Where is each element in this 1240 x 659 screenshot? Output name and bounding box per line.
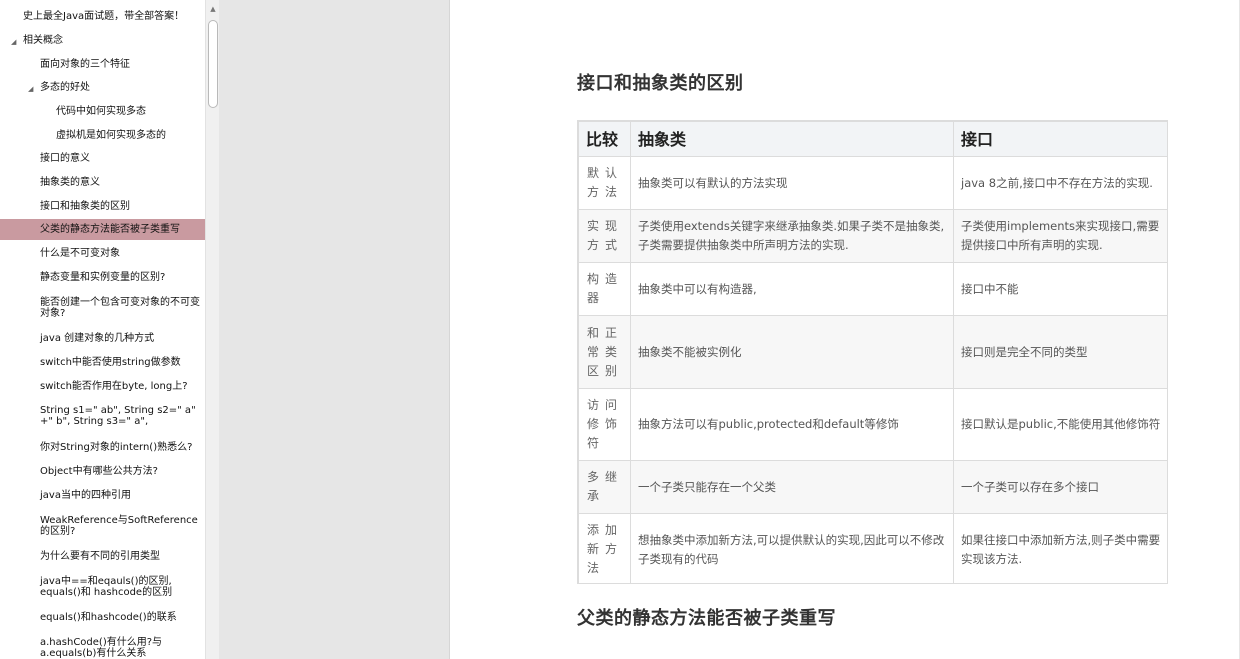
nav-item[interactable]: 抽象类的意义 <box>0 177 205 188</box>
nav-item[interactable]: java 创建对象的几种方式 <box>0 333 205 344</box>
table-cell: 添加新方法 <box>578 513 631 583</box>
nav-item-label: 你对String对象的intern()熟悉么? <box>40 442 193 453</box>
table-row: 构造器 抽象类中可以有构造器, 接口中不能 <box>578 262 1167 316</box>
section-heading: 接口和抽象类的区别 <box>577 73 744 94</box>
nav-item-label: a.hashCode()有什么用?与a.equals(b)有什么关系 <box>40 637 163 659</box>
nav-item[interactable]: a.hashCode()有什么用?与a.equals(b)有什么关系 <box>0 637 204 659</box>
table-cell: 如果往接口中添加新方法,则子类中需要实现该方法. <box>953 513 1167 583</box>
nav-item[interactable]: 为什么要有不同的引用类型 <box>0 551 205 562</box>
table-cell: 多继承 <box>578 460 631 514</box>
table-cell: 接口默认是public,不能使用其他修饰符 <box>953 388 1167 461</box>
table-cell: 子类使用implements来实现接口,需要提供接口中所有声明的实现. <box>953 209 1167 263</box>
table-cell: 接口则是完全不同的类型 <box>953 315 1167 389</box>
table-cell: 抽象类中可以有构造器, <box>630 262 954 316</box>
section-heading: 父类的静态方法能否被子类重写 <box>577 608 836 629</box>
nav-item-label: 史上最全Java面试题，带全部答案！ <box>23 11 185 22</box>
nav-item-label: 虚拟机是如何实现多态的 <box>56 130 166 141</box>
nav-item-label: equals()和hashcode()的联系 <box>40 612 177 623</box>
nav-item[interactable]: 接口的意义 <box>0 153 205 164</box>
nav-item-label: java中==和eqauls()的区别, equals()和 hashcode的… <box>40 576 173 598</box>
nav-item[interactable]: java当中的四种引用 <box>0 490 205 501</box>
nav-item-related-concepts[interactable]: ◢ 相关概念 <box>0 35 205 46</box>
nav-item-label: String s1=" ab", String s2=" a" +" b", S… <box>40 405 196 427</box>
nav-item[interactable]: 什么是不可变对象 <box>0 248 205 259</box>
table-cell: java 8之前,接口中不存在方法的实现. <box>953 156 1167 210</box>
column-header: 接口 <box>953 121 1167 157</box>
table-header-row: 比较 抽象类 接口 <box>578 121 1167 157</box>
table-cell: 一个子类可以存在多个接口 <box>953 460 1167 514</box>
triangle-up-icon[interactable]: ▲ <box>208 4 218 14</box>
nav-scrollbar[interactable]: ▲ <box>205 0 219 659</box>
nav-item-label: 为什么要有不同的引用类型 <box>40 551 160 562</box>
table-row: 实现方式 子类使用extends关键字来继承抽象类.如果子类不是抽象类,子类需要… <box>578 209 1167 263</box>
nav-item-title[interactable]: 史上最全Java面试题，带全部答案！ <box>0 11 205 22</box>
triangle-expanded-icon[interactable]: ◢ <box>28 84 33 95</box>
triangle-expanded-icon[interactable]: ◢ <box>11 37 16 48</box>
nav-item[interactable]: switch能否作用在byte, long上? <box>0 381 205 392</box>
table-cell: 和正常类区别 <box>578 315 631 389</box>
comparison-table: 比较 抽象类 接口 默认方法 抽象类可以有默认的方法实现 java 8之前,接口… <box>577 120 1168 584</box>
nav-item-selected[interactable]: 父类的静态方法能否被子类重写 <box>0 219 205 240</box>
nav-item-label: 能否创建一个包含可变对象的不可变对象? <box>40 297 200 319</box>
nav-item[interactable]: Object中有哪些公共方法? <box>0 466 205 477</box>
nav-item-label: Object中有哪些公共方法? <box>40 466 158 477</box>
nav-item[interactable]: 代码中如何实现多态 <box>0 106 205 117</box>
table-cell: 访问修饰符 <box>578 388 631 461</box>
nav-item[interactable]: 静态变量和实例变量的区别? <box>0 272 205 283</box>
nav-item-label: 接口和抽象类的区别 <box>40 201 130 212</box>
nav-item[interactable]: 接口和抽象类的区别 <box>0 201 205 212</box>
nav-item-label: java 创建对象的几种方式 <box>40 333 155 344</box>
nav-item-label: 静态变量和实例变量的区别? <box>40 272 166 283</box>
nav-item-label: 相关概念 <box>23 35 63 46</box>
table-cell: 抽象类不能被实例化 <box>630 315 954 389</box>
table-row: 访问修饰符 抽象方法可以有public,protected和default等修饰… <box>578 388 1167 461</box>
table-row: 和正常类区别 抽象类不能被实例化 接口则是完全不同的类型 <box>578 315 1167 389</box>
nav-item[interactable]: java中==和eqauls()的区别, equals()和 hashcode的… <box>0 576 204 598</box>
nav-item-label: 抽象类的意义 <box>40 177 100 188</box>
nav-item[interactable]: 你对String对象的intern()熟悉么? <box>0 442 205 453</box>
nav-item-label: java当中的四种引用 <box>40 490 131 501</box>
nav-item-label: 代码中如何实现多态 <box>56 106 146 117</box>
table-row: 默认方法 抽象类可以有默认的方法实现 java 8之前,接口中不存在方法的实现. <box>578 156 1167 210</box>
table-row: 添加新方法 想抽象类中添加新方法,可以提供默认的实现,因此可以不修改子类现有的代… <box>578 513 1167 583</box>
nav-item-label: WeakReference与SoftReference的区别? <box>40 515 198 537</box>
nav-item[interactable]: 面向对象的三个特征 <box>0 59 205 70</box>
nav-item[interactable]: equals()和hashcode()的联系 <box>0 612 205 623</box>
nav-item-polymorphism[interactable]: ◢ 多态的好处 <box>0 82 205 93</box>
table-row: 多继承 一个子类只能存在一个父类 一个子类可以存在多个接口 <box>578 460 1167 514</box>
nav-item-label: switch中能否使用string做参数 <box>40 357 181 368</box>
scrollbar-thumb[interactable] <box>208 20 218 108</box>
column-header: 比较 <box>578 121 631 157</box>
nav-item-label: 父类的静态方法能否被子类重写 <box>40 224 180 235</box>
table-cell: 默认方法 <box>578 156 631 210</box>
table-cell: 抽象类可以有默认的方法实现 <box>630 156 954 210</box>
nav-item[interactable]: WeakReference与SoftReference的区别? <box>0 515 200 537</box>
nav-item[interactable]: switch中能否使用string做参数 <box>0 357 205 368</box>
navigation-pane: 史上最全Java面试题，带全部答案！ ◢ 相关概念 面向对象的三个特征 ◢ 多态… <box>0 0 205 659</box>
table-cell: 接口中不能 <box>953 262 1167 316</box>
nav-item-label: 面向对象的三个特征 <box>40 59 130 70</box>
column-header: 抽象类 <box>630 121 954 157</box>
nav-item-label: switch能否作用在byte, long上? <box>40 381 188 392</box>
nav-item[interactable]: String s1=" ab", String s2=" a" +" b", S… <box>0 405 202 427</box>
table-cell: 构造器 <box>578 262 631 316</box>
table-cell: 想抽象类中添加新方法,可以提供默认的实现,因此可以不修改子类现有的代码 <box>630 513 954 583</box>
table-cell: 抽象方法可以有public,protected和default等修饰 <box>630 388 954 461</box>
table-cell: 一个子类只能存在一个父类 <box>630 460 954 514</box>
nav-item[interactable]: 能否创建一个包含可变对象的不可变对象? <box>0 297 200 319</box>
table-cell: 子类使用extends关键字来继承抽象类.如果子类不是抽象类,子类需要提供抽象类… <box>630 209 954 263</box>
nav-item-label: 接口的意义 <box>40 153 90 164</box>
nav-item[interactable]: 虚拟机是如何实现多态的 <box>0 130 205 141</box>
nav-item-label: 什么是不可变对象 <box>40 248 120 259</box>
table-cell: 实现方式 <box>578 209 631 263</box>
